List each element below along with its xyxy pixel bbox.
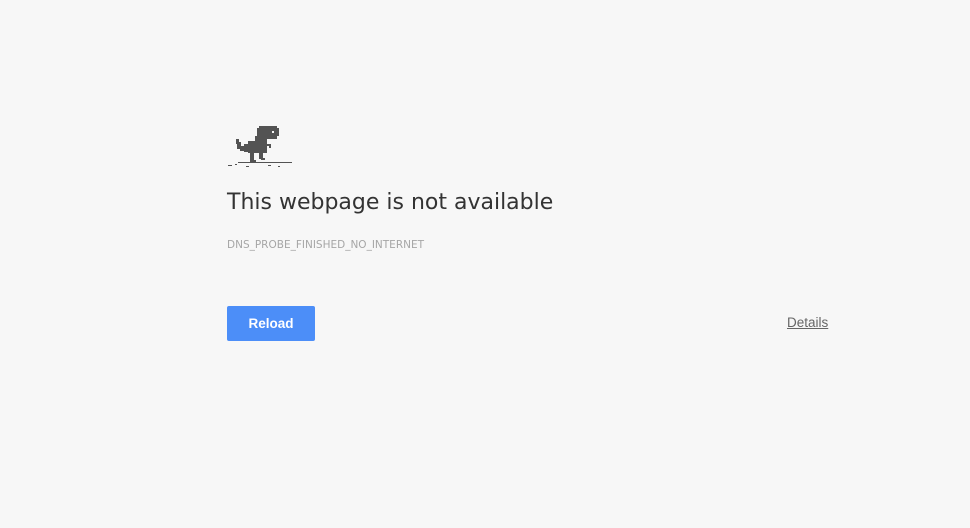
offline-dinosaur-icon: [228, 126, 292, 167]
error-title: This webpage is not available: [227, 190, 554, 215]
error-code: DNS_PROBE_FINISHED_NO_INTERNET: [227, 239, 425, 251]
details-link[interactable]: Details: [787, 315, 828, 330]
error-page: This webpage is not available DNS_PROBE_…: [0, 0, 970, 528]
reload-button[interactable]: Reload: [227, 306, 315, 341]
